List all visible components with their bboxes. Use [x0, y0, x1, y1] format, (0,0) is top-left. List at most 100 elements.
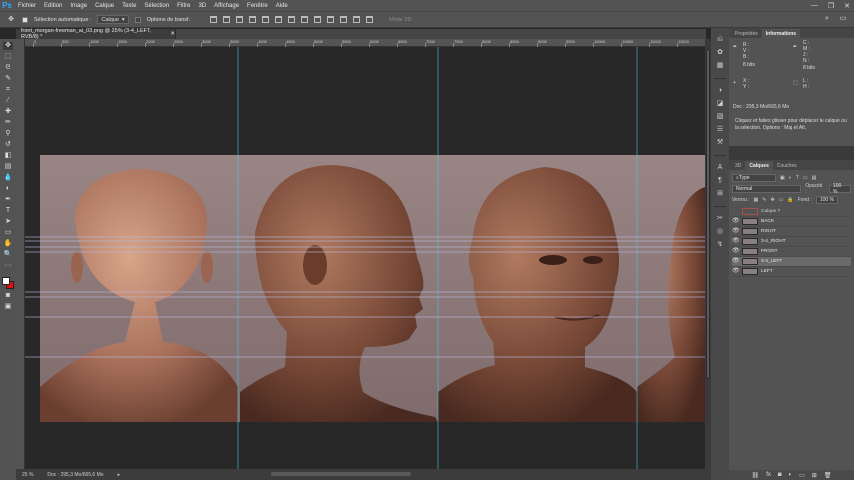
brush-presets-icon[interactable]: ✿	[716, 49, 725, 57]
tool-presets-icon[interactable]: ✂	[716, 215, 725, 223]
close-button[interactable]: ✕	[844, 2, 850, 10]
rectangle-tool-icon[interactable]: ▭	[3, 229, 13, 237]
crop-tool-icon[interactable]: ⌗	[3, 86, 13, 94]
layer-item-selected[interactable]: 👁 3-4_LEFT	[732, 257, 851, 267]
eye-icon[interactable]: 👁	[732, 268, 740, 275]
close-tab-icon[interactable]: ✕	[170, 31, 175, 37]
filter-type-icon[interactable]: T	[796, 175, 799, 181]
tab-3d[interactable]: 3D	[731, 161, 745, 170]
menu-filtre[interactable]: Filtre	[173, 3, 194, 9]
filter-shape-icon[interactable]: ▭	[803, 175, 808, 181]
3d-icon[interactable]: ◎	[716, 228, 725, 236]
styles-icon[interactable]: ▧	[716, 113, 725, 121]
distribute-top-icon[interactable]	[288, 16, 296, 23]
menu-selection[interactable]: Sélection	[140, 3, 173, 9]
menu-aide[interactable]: Aide	[272, 3, 292, 9]
history-icon[interactable]: ⎌	[716, 36, 725, 44]
more-tools-icon[interactable]: ···	[3, 262, 13, 270]
clone-stamp-tool-icon[interactable]: ⚲	[3, 130, 13, 138]
tab-layers[interactable]: Calques	[745, 161, 773, 170]
zoom-tool-icon[interactable]: 🔍	[3, 251, 13, 259]
align-top-icon[interactable]	[210, 16, 218, 23]
vertical-scrollbar-thumb[interactable]	[706, 49, 710, 379]
timeline-icon[interactable]: ↯	[716, 241, 725, 249]
distribute-middle-icon[interactable]	[301, 16, 309, 23]
layer-item[interactable]: 👁 LEFT	[732, 267, 851, 277]
zoom-level[interactable]: 25 %	[22, 472, 33, 478]
filter-pixel-icon[interactable]: ▣	[780, 175, 785, 181]
hand-tool-icon[interactable]: ✋	[3, 240, 13, 248]
type-tool-icon[interactable]: T	[3, 207, 13, 215]
brush-tool-icon[interactable]: ✏	[3, 119, 13, 127]
lock-all-icon[interactable]: 🔒	[787, 197, 793, 203]
color-icon[interactable]: ◑	[716, 87, 725, 95]
eraser-tool-icon[interactable]: ◧	[3, 152, 13, 160]
fill-input[interactable]: 100 %	[815, 195, 838, 204]
menu-fenetre[interactable]: Fenêtre	[243, 3, 272, 9]
quick-select-tool-icon[interactable]: ✎	[3, 75, 13, 83]
distribute-right-icon[interactable]	[353, 16, 361, 23]
eye-icon[interactable]: 👁	[732, 248, 740, 255]
auto-select-checkbox[interactable]	[22, 16, 28, 23]
paragraph-icon[interactable]: ¶	[716, 177, 725, 185]
menu-edition[interactable]: Edition	[40, 3, 66, 9]
lock-position-icon[interactable]: ✥	[770, 197, 774, 203]
search-icon[interactable]: ⌕	[822, 15, 832, 23]
align-left-icon[interactable]	[249, 16, 257, 23]
distribute-center-icon[interactable]	[340, 16, 348, 23]
adjustments-icon[interactable]: ◪	[716, 100, 725, 108]
adjustment-layer-icon[interactable]: ◐	[788, 472, 792, 478]
opacity-input[interactable]: 100 %	[828, 183, 851, 195]
distribute-bottom-icon[interactable]	[314, 16, 322, 23]
menu-image[interactable]: Image	[66, 3, 91, 9]
lock-pixels-icon[interactable]: ✎	[762, 197, 766, 203]
tab-properties[interactable]: Propriétés	[731, 29, 762, 38]
menu-texte[interactable]: Texte	[118, 3, 140, 9]
lasso-tool-icon[interactable]: ᘓ	[3, 64, 13, 72]
align-center-icon[interactable]	[262, 16, 270, 23]
transform-controls-checkbox[interactable]	[134, 16, 141, 23]
align-middle-icon[interactable]	[223, 16, 231, 23]
swatches-icon[interactable]: ▦	[716, 62, 725, 70]
distribute-left-icon[interactable]	[327, 16, 335, 23]
lock-artboard-icon[interactable]: ▭	[779, 197, 784, 203]
actions-icon[interactable]: ⚒	[716, 139, 725, 147]
color-swatches[interactable]	[2, 277, 14, 289]
tab-info[interactable]: Informations	[761, 29, 801, 38]
healing-brush-tool-icon[interactable]: ✚	[3, 108, 13, 116]
tab-channels[interactable]: Couches	[773, 161, 801, 170]
new-layer-icon[interactable]: ⊞	[812, 472, 817, 479]
horizontal-scrollbar-thumb[interactable]	[271, 472, 411, 476]
menu-affichage[interactable]: Affichage	[210, 3, 243, 9]
document-canvas[interactable]	[25, 47, 705, 469]
restore-button[interactable]: ❐	[828, 2, 834, 10]
move-tool-preset-icon[interactable]: ✥	[6, 16, 16, 24]
path-selection-tool-icon[interactable]: ➤	[3, 218, 13, 226]
glyphs-icon[interactable]: ⊞	[716, 190, 725, 198]
dodge-tool-icon[interactable]: ◐	[3, 185, 13, 193]
eyedropper-tool-icon[interactable]: ⁄	[3, 97, 13, 105]
lock-transparent-icon[interactable]: ▦	[754, 197, 759, 203]
delete-layer-icon[interactable]: 🗑	[824, 472, 832, 479]
menu-3d[interactable]: 3D	[194, 3, 210, 9]
layer-item[interactable]: 👁 BACK	[732, 217, 851, 227]
add-mask-icon[interactable]: ◙	[778, 472, 782, 478]
align-right-icon[interactable]	[275, 16, 283, 23]
filter-smart-icon[interactable]: ▤	[812, 175, 817, 181]
workspace-icon[interactable]: ▭	[838, 15, 848, 23]
layer-item[interactable]: 👁 FRONT	[732, 247, 851, 257]
filter-adjust-icon[interactable]: ◐	[789, 175, 792, 181]
canvas-area[interactable]	[25, 47, 705, 469]
layer-item[interactable]: 👁 Calque 7	[732, 207, 851, 217]
properties-icon[interactable]: ☰	[716, 126, 725, 134]
auto-select-dropdown[interactable]: Calque ▾	[97, 15, 129, 24]
marquee-tool-icon[interactable]: ⬚	[3, 53, 13, 61]
layer-item[interactable]: 👁 3-4_RIGHT	[732, 237, 851, 247]
screen-mode-icon[interactable]: ▣	[3, 303, 13, 311]
layer-item[interactable]: 👁 RIGHT	[732, 227, 851, 237]
menu-calque[interactable]: Calque	[91, 3, 118, 9]
foreground-color-swatch[interactable]	[2, 277, 10, 285]
document-tab[interactable]: front_morgan-freeman_ai_03.png @ 25% (3-…	[16, 28, 176, 40]
minimize-button[interactable]: —	[811, 2, 818, 9]
eye-icon[interactable]: 👁	[732, 258, 740, 265]
